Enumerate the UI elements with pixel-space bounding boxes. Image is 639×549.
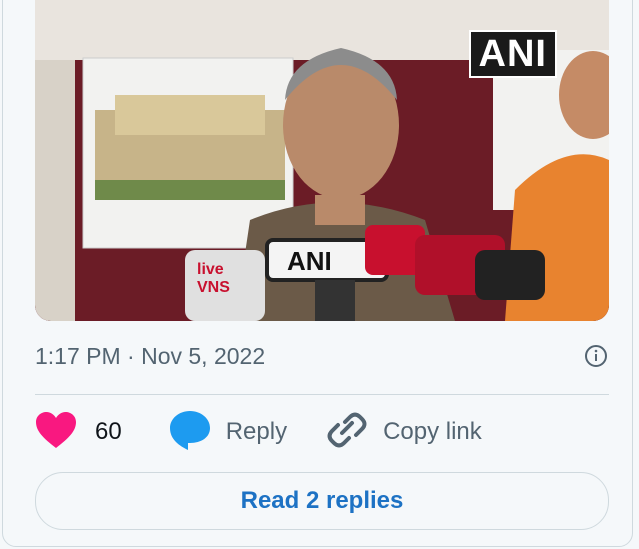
divider <box>35 394 609 395</box>
read-replies-button[interactable]: Read 2 replies <box>35 472 609 530</box>
speech-bubble-icon <box>168 409 212 456</box>
mic-live-label: live <box>197 261 224 278</box>
mic-ani-label: ANI <box>287 246 332 276</box>
copy-link-button[interactable]: Copy link <box>325 410 482 455</box>
like-button[interactable]: 60 <box>35 411 122 454</box>
link-icon <box>325 410 369 455</box>
like-count: 60 <box>95 418 122 445</box>
copy-link-label: Copy link <box>383 418 482 445</box>
tweet-video[interactable]: ANI live VNS ANI <box>35 0 609 321</box>
tweet-actions: 60 Reply Copy link <box>35 406 482 458</box>
ani-watermark: ANI <box>468 30 557 78</box>
mic-vns-label: VNS <box>197 279 230 296</box>
reply-button[interactable]: Reply <box>168 409 287 456</box>
heart-icon <box>35 411 77 454</box>
tweet-meta: 1:17 PM · Nov 5, 2022 <box>35 338 609 374</box>
tweet-timestamp[interactable]: 1:17 PM · Nov 5, 2022 <box>35 343 265 370</box>
reply-label: Reply <box>225 418 288 445</box>
info-icon[interactable] <box>583 343 609 369</box>
